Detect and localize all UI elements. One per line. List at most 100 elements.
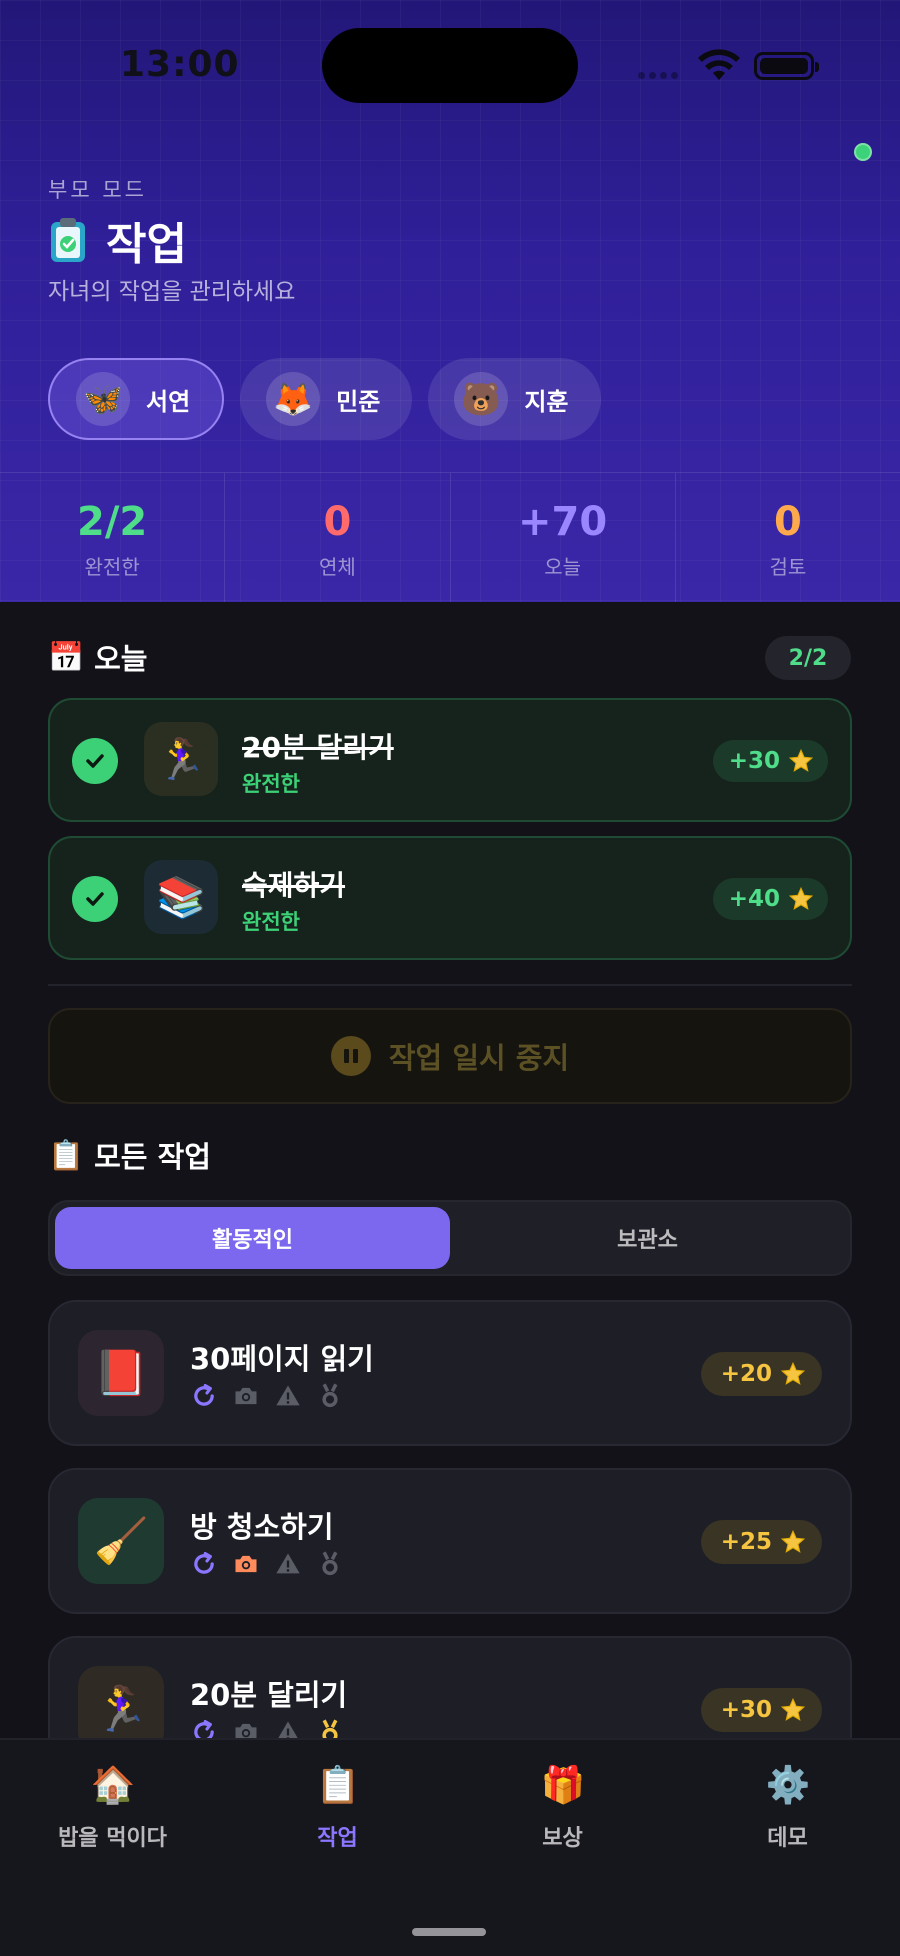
tab-label: 데모 (767, 1826, 808, 1851)
star-icon (780, 1361, 806, 1385)
header: 13:00 부모 모드 작업 자녀의 작업을 관리하세요 🦋 서연 🦊 민준 🐻… (0, 0, 900, 602)
star-icon (788, 748, 814, 772)
child-chip-2[interactable]: 🐻 지훈 (428, 358, 601, 440)
tab-label: 보상 (542, 1826, 583, 1851)
tab-tasks[interactable]: 📋 작업 (225, 1764, 450, 1852)
child-name: 지훈 (524, 387, 569, 416)
mode-label: 부모 모드 (48, 178, 147, 202)
points-badge: +30 (712, 740, 828, 782)
gear-icon: ⚙️ (765, 1765, 811, 1806)
pause-label: 작업 일시 중지 (388, 1041, 570, 1075)
broom-icon: 🧹 (78, 1498, 164, 1584)
divider (48, 984, 852, 986)
stat-completed: 2/2 완전한 (0, 473, 226, 602)
clipboard-icon: 📋 (48, 1137, 85, 1172)
star-icon (780, 1529, 806, 1553)
child-name: 서연 (146, 387, 191, 416)
medal-icon (322, 1551, 338, 1576)
books-icon: 📚 (144, 860, 218, 934)
all-tasks-title: 모든 작업 (94, 1140, 211, 1174)
red-book-icon: 📕 (78, 1330, 164, 1416)
today-section-title: 📅 오늘 (48, 636, 147, 678)
bottom-tab-bar: 🏠 밥을 먹이다 📋 작업 🎁 보상 ⚙️ 데모 (0, 1738, 900, 1956)
task-meta-icons (190, 1550, 344, 1578)
tab-demo[interactable]: ⚙️ 데모 (675, 1764, 900, 1852)
task-card[interactable]: 📕 30페이지 읽기 +20 (48, 1300, 852, 1446)
house-icon: 🏠 (90, 1765, 136, 1806)
checkmark-icon[interactable] (72, 738, 118, 784)
points-badge: +20 (700, 1352, 822, 1396)
camera-icon (235, 1387, 257, 1405)
stat-label: 검토 (769, 555, 807, 579)
status-bar: 13:00 (0, 0, 900, 120)
today-count-badge: 2/2 (765, 636, 851, 680)
points-badge: +25 (700, 1520, 822, 1564)
all-tasks-section-title: 📋 모든 작업 (48, 1134, 211, 1176)
pause-icon (330, 1036, 371, 1076)
pause-tasks-button[interactable]: 작업 일시 중지 (48, 1008, 852, 1104)
tab-label: 작업 (317, 1826, 358, 1851)
today-task-card[interactable]: 🏃‍♀️ 20분 달리기 완전한 +30 (48, 698, 852, 822)
warning-icon (276, 1385, 300, 1406)
points-value: +20 (720, 1361, 772, 1387)
fox-avatar-icon: 🦊 (266, 372, 321, 426)
repeat-icon (194, 1383, 214, 1406)
clipboard-check-icon (51, 218, 85, 262)
tab-feed[interactable]: 🏠 밥을 먹이다 (0, 1764, 225, 1852)
tab-active[interactable]: 활동적인 (55, 1207, 450, 1269)
cellular-signal-icon (638, 72, 678, 79)
status-time: 13:00 (120, 44, 240, 85)
runner-icon: 🏃‍♀️ (144, 722, 218, 796)
task-status: 완전한 (242, 772, 300, 796)
task-name: 방 청소하기 (190, 1510, 334, 1544)
stat-label: 오늘 (544, 555, 582, 579)
dynamic-island (322, 28, 578, 103)
gift-icon: 🎁 (540, 1765, 586, 1806)
checkmark-icon[interactable] (72, 876, 118, 922)
points-value: +30 (728, 748, 780, 774)
bear-avatar-icon: 🐻 (454, 372, 509, 426)
task-name: 20분 달리기 (242, 731, 394, 764)
points-badge: +40 (712, 878, 828, 920)
task-meta-icons (190, 1382, 344, 1410)
points-value: +25 (720, 1529, 772, 1555)
stat-value: 2/2 (76, 499, 148, 545)
star-icon (788, 886, 814, 910)
child-chip-1[interactable]: 🦊 민준 (240, 358, 413, 440)
page-title-row: 작업 (48, 208, 187, 272)
stat-value: 0 (323, 499, 352, 545)
clipboard-check-icon: 📋 (315, 1765, 361, 1806)
page-subtitle: 자녀의 작업을 관리하세요 (48, 279, 296, 305)
child-chip-0[interactable]: 🦋 서연 (48, 358, 225, 440)
today-title: 오늘 (94, 642, 148, 676)
stat-review: 0 검토 (676, 473, 900, 602)
butterfly-avatar-icon: 🦋 (76, 372, 130, 426)
child-selector: 🦋 서연 🦊 민준 🐻 지훈 (48, 358, 601, 440)
stat-value: 0 (773, 499, 802, 545)
tab-label: 밥을 먹이다 (58, 1826, 167, 1851)
stat-today: +70 오늘 (451, 473, 676, 602)
task-name: 20분 달리기 (190, 1678, 348, 1712)
star-icon (780, 1697, 806, 1721)
app-screen: 13:00 부모 모드 작업 자녀의 작업을 관리하세요 🦋 서연 🦊 민준 🐻… (0, 0, 900, 1956)
child-name: 민준 (336, 387, 381, 416)
tab-rewards[interactable]: 🎁 보상 (450, 1764, 675, 1852)
home-indicator[interactable] (412, 1928, 486, 1936)
medal-icon (322, 1383, 338, 1408)
stats-row: 2/2 완전한 0 연체 +70 오늘 0 검토 (0, 472, 900, 602)
task-card[interactable]: 🧹 방 청소하기 +25 (48, 1468, 852, 1614)
wifi-icon (698, 49, 740, 80)
battery-icon (754, 52, 819, 80)
tab-archive[interactable]: 보관소 (450, 1207, 845, 1269)
warning-icon (276, 1553, 300, 1574)
repeat-icon (194, 1551, 214, 1574)
task-name: 30페이지 읽기 (190, 1342, 374, 1376)
camera-icon (235, 1555, 257, 1573)
stat-label: 연체 (318, 555, 356, 579)
calendar-icon: 📅 (48, 639, 85, 674)
today-task-card[interactable]: 📚 숙제하기 완전한 +40 (48, 836, 852, 960)
page-title: 작업 (106, 219, 187, 270)
points-badge: +30 (700, 1688, 822, 1732)
points-value: +40 (728, 886, 780, 912)
stat-label: 완전한 (84, 555, 140, 579)
